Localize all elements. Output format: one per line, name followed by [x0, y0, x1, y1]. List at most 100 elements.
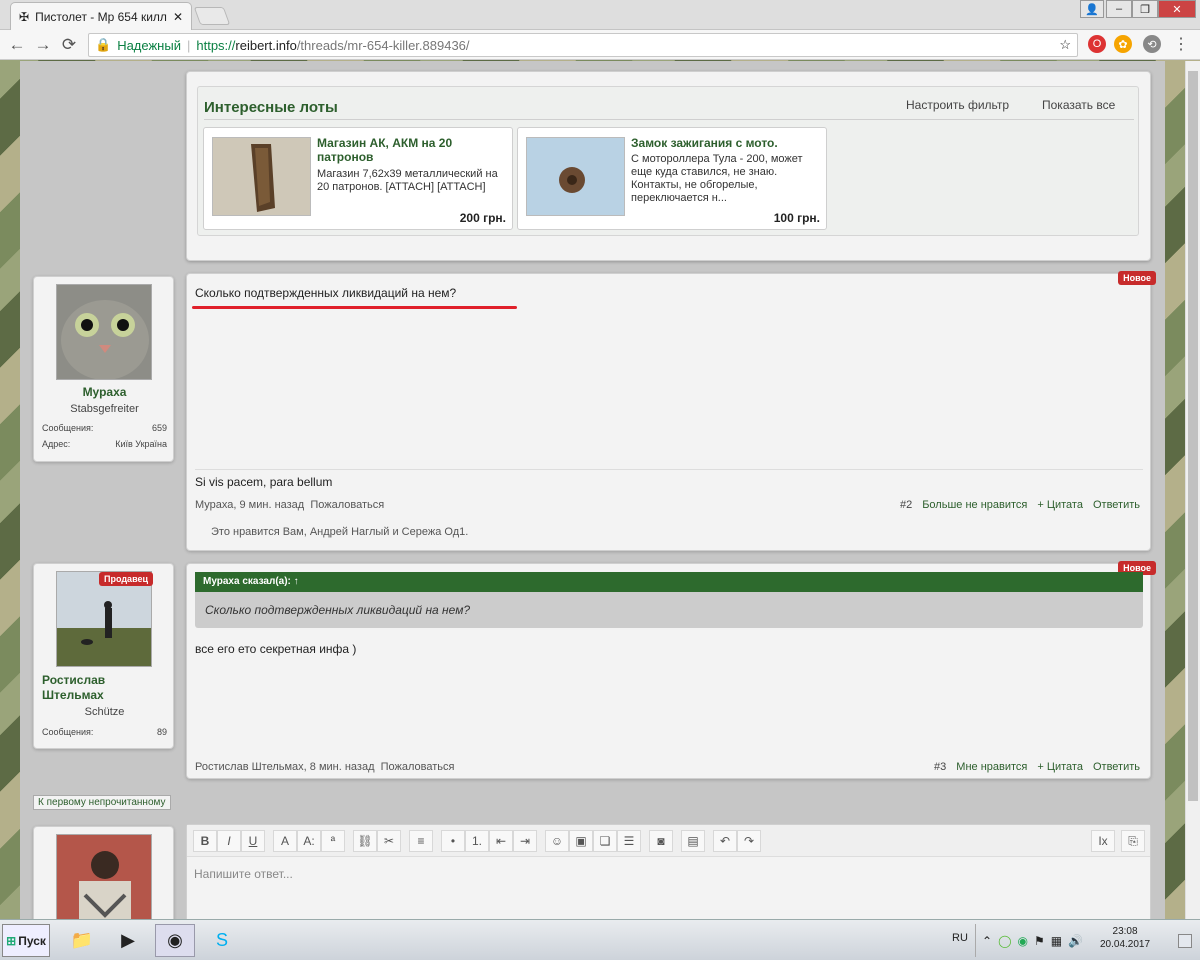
- bullet-list-icon[interactable]: •: [441, 830, 465, 852]
- scrollbar-thumb[interactable]: [1188, 71, 1198, 801]
- volume-icon[interactable]: 🔊: [1068, 934, 1083, 948]
- tray-expand-icon[interactable]: ⌃: [982, 934, 992, 948]
- lot-image[interactable]: [526, 137, 625, 216]
- unlink-icon[interactable]: ✂: [377, 830, 401, 852]
- camera-icon[interactable]: ◙: [649, 830, 673, 852]
- username[interactable]: Ростислав Штельмах: [42, 673, 167, 703]
- language-indicator[interactable]: RU: [952, 932, 968, 944]
- start-button[interactable]: ⊞ Пуск: [2, 924, 50, 957]
- report-link[interactable]: Пожаловаться: [310, 499, 384, 511]
- lot-image[interactable]: [212, 137, 311, 216]
- network-icon[interactable]: ▦: [1051, 934, 1062, 948]
- site-favicon-icon: ✠: [19, 9, 30, 24]
- secure-label: Надежный: [117, 37, 181, 53]
- menu-icon[interactable]: ⋮: [1172, 35, 1190, 53]
- likes-summary[interactable]: Это нравится Вам, Андрей Наглый и Сережа…: [211, 526, 468, 538]
- skype-icon[interactable]: S: [202, 924, 242, 957]
- post-author-time[interactable]: Ростислав Штельмах, 8 мин. назад: [195, 761, 375, 773]
- media-icon[interactable]: ❏: [593, 830, 617, 852]
- toggle-bbcode-icon[interactable]: ⎘: [1121, 830, 1145, 852]
- reply-link[interactable]: Ответить: [1093, 499, 1140, 511]
- lots-title: Интересные лоты: [204, 99, 338, 116]
- indent-icon[interactable]: ⇥: [513, 830, 537, 852]
- redo-icon[interactable]: ↷: [737, 830, 761, 852]
- interesting-lots-panel: Интересные лоты Настроить фильтр Показат…: [186, 71, 1151, 261]
- forward-icon[interactable]: →: [32, 35, 54, 55]
- lot-title[interactable]: Магазин АК, АКМ на 20 патронов: [317, 136, 507, 164]
- save-draft-icon[interactable]: ▤: [681, 830, 705, 852]
- chrome-icon[interactable]: ◉: [155, 924, 195, 957]
- extension-opera-icon[interactable]: O: [1088, 35, 1106, 53]
- bookmark-star-icon[interactable]: ☆: [1059, 37, 1071, 53]
- number-list-icon[interactable]: 1.: [465, 830, 489, 852]
- reply-input[interactable]: Напишите ответ...: [187, 857, 1150, 919]
- close-window-button[interactable]: ✕: [1158, 0, 1196, 18]
- post-author-time[interactable]: Мураха, 9 мин. назад: [195, 499, 304, 511]
- smiley-icon[interactable]: ☺: [545, 830, 569, 852]
- bold-icon[interactable]: B: [193, 830, 217, 852]
- avatar[interactable]: [56, 284, 152, 380]
- underline-icon[interactable]: U: [241, 830, 265, 852]
- user-title: Stabsgefreiter: [70, 403, 139, 415]
- tray-chrome-icon[interactable]: ◉: [1018, 934, 1028, 948]
- windows-logo-icon: ⊞: [6, 933, 17, 948]
- link-icon[interactable]: ⛓: [353, 830, 377, 852]
- lots-inner: Интересные лоты Настроить фильтр Показат…: [197, 86, 1139, 236]
- configure-filter-link[interactable]: Настроить фильтр: [906, 98, 1009, 112]
- lot-card[interactable]: Магазин АК, АКМ на 20 патронов Магазин 7…: [203, 127, 513, 230]
- restore-button[interactable]: ❐: [1132, 0, 1158, 18]
- remove-format-icon[interactable]: Ix: [1091, 830, 1115, 852]
- lot-title[interactable]: Замок зажигания с мото.: [631, 136, 821, 150]
- quote-link[interactable]: + Цитата: [1037, 499, 1083, 511]
- url-field[interactable]: 🔒 Надежный | https://reibert.info/thread…: [88, 33, 1078, 57]
- quote-link[interactable]: + Цитата: [1037, 761, 1083, 773]
- clock[interactable]: 23:08 20.04.2017: [1100, 925, 1150, 951]
- post-number[interactable]: #3: [934, 761, 946, 773]
- extension-puzzle-icon[interactable]: ✿: [1114, 35, 1132, 53]
- align-icon[interactable]: ≡: [409, 830, 433, 852]
- new-tab-button[interactable]: [193, 7, 231, 25]
- font-family-icon[interactable]: ª: [321, 830, 345, 852]
- lot-card[interactable]: Замок зажигания с мото. С мотороллера Ту…: [517, 127, 827, 230]
- separator: |: [186, 37, 191, 53]
- media-player-icon[interactable]: ▶: [108, 924, 148, 957]
- reply-link[interactable]: Ответить: [1093, 761, 1140, 773]
- like-link[interactable]: Мне нравится: [956, 761, 1027, 773]
- post-number[interactable]: #2: [900, 499, 912, 511]
- image-icon[interactable]: ▣: [569, 830, 593, 852]
- red-underline: [192, 306, 517, 309]
- italic-icon[interactable]: I: [217, 830, 241, 852]
- divider: [204, 119, 1134, 120]
- reload-icon[interactable]: ⟳: [58, 35, 80, 55]
- username[interactable]: Мураха: [42, 385, 167, 399]
- insert-more-icon[interactable]: ☰: [617, 830, 641, 852]
- report-link[interactable]: Пожаловаться: [381, 761, 455, 773]
- page-scrollbar[interactable]: [1185, 61, 1200, 919]
- minimize-button[interactable]: –: [1106, 0, 1132, 18]
- flag-icon[interactable]: ⚑: [1034, 934, 1045, 948]
- close-tab-icon[interactable]: ✕: [173, 10, 183, 24]
- lot-price: 100 грн.: [773, 211, 820, 225]
- profile-icon[interactable]: 👤: [1080, 0, 1104, 18]
- file-explorer-icon[interactable]: 📁: [62, 924, 102, 957]
- text-color-icon[interactable]: A: [273, 830, 297, 852]
- extension-sync-icon[interactable]: ⟲: [1143, 35, 1161, 53]
- outdent-icon[interactable]: ⇤: [489, 830, 513, 852]
- user-title: Schütze: [84, 706, 125, 718]
- font-size-icon[interactable]: A:: [297, 830, 321, 852]
- user-stat-address: Адрес: Київ Україна: [42, 439, 167, 449]
- ignition-lock-image: [527, 138, 624, 215]
- tray-app-icon[interactable]: ◯: [998, 934, 1011, 948]
- reply-editor: B I U A A: ª ⛓ ✂ ≡ • 1. ⇤ ⇥ ☺ ▣ ❏ ☰ ◙ ▤ …: [186, 824, 1151, 919]
- unlike-link[interactable]: Больше не нравится: [922, 499, 1027, 511]
- show-all-link[interactable]: Показать все: [1042, 98, 1115, 112]
- browser-tab[interactable]: ✠ Пистолет - Мр 654 килл ✕: [10, 2, 192, 30]
- avatar[interactable]: [56, 834, 152, 919]
- show-desktop-button[interactable]: [1178, 934, 1192, 948]
- start-label: Пуск: [18, 933, 46, 948]
- back-icon[interactable]: ←: [6, 35, 28, 55]
- first-unread-button[interactable]: К первому непрочитанному: [33, 795, 171, 810]
- quote-header[interactable]: Мураха сказал(а): ↑: [195, 572, 1143, 592]
- undo-icon[interactable]: ↶: [713, 830, 737, 852]
- system-tray: ⌃ ◯ ◉ ⚑ ▦ 🔊: [975, 924, 1197, 957]
